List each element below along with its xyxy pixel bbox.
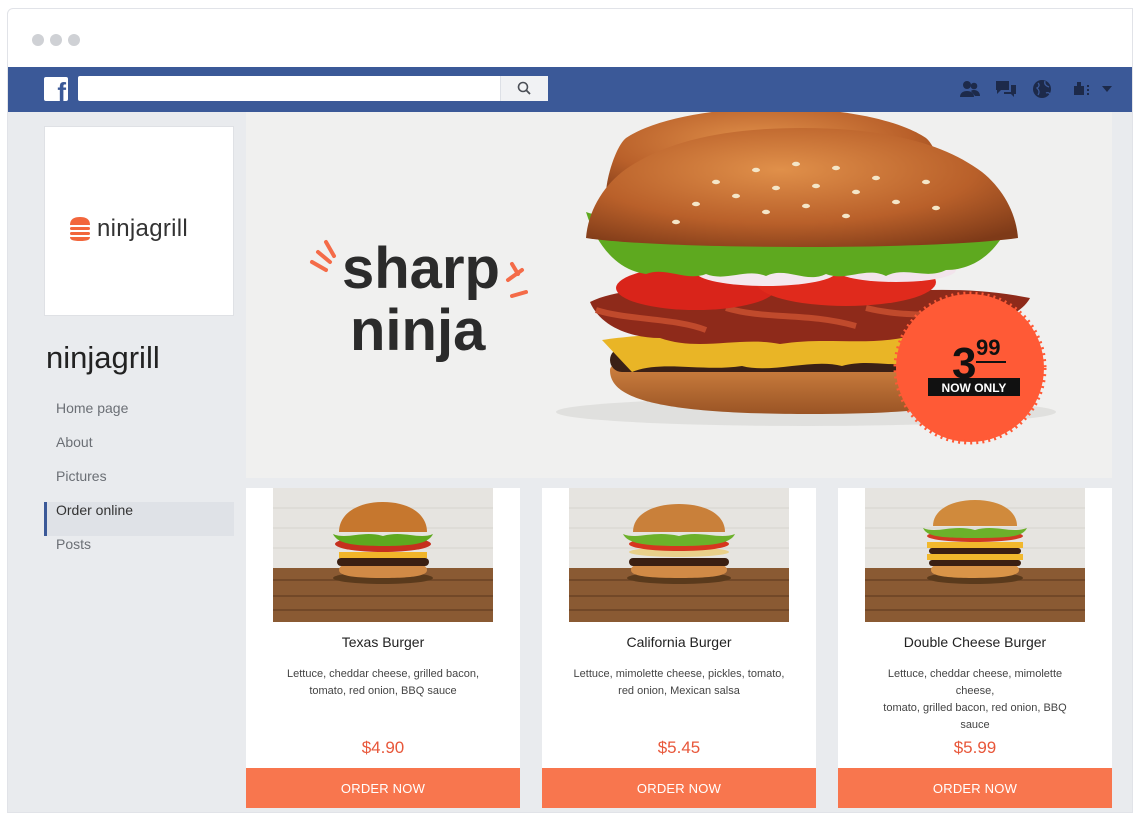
product-description-line: tomato, grilled bacon, red onion, BBQ sa… <box>883 702 1067 731</box>
product-description: Lettuce, cheddar cheese, mimolette chees… <box>868 666 1082 734</box>
profile-picture[interactable]: ninjagrill <box>44 126 234 316</box>
account-menu[interactable] <box>1074 81 1112 97</box>
search-button[interactable] <box>500 76 548 101</box>
chevron-down-icon <box>1102 86 1112 92</box>
order-now-button[interactable]: ORDER NOW <box>246 768 520 808</box>
nav-item-home-page[interactable]: Home page <box>44 400 234 434</box>
window-dot[interactable] <box>68 34 80 46</box>
product-image[interactable] <box>569 488 789 622</box>
burger-photo <box>569 488 789 622</box>
facebook-logo-icon[interactable]: f <box>44 77 68 101</box>
nav-item-pictures[interactable]: Pictures <box>44 468 234 502</box>
product-card: Texas Burger Lettuce, cheddar cheese, gr… <box>246 488 520 808</box>
search-box <box>78 76 548 101</box>
product-image[interactable] <box>273 488 493 622</box>
burger-photo <box>865 488 1085 622</box>
cover-photo[interactable]: sharp ninja 3 99 NOW ONLY <box>246 112 1112 478</box>
search-input[interactable] <box>78 76 498 101</box>
notification-icons <box>958 78 1054 100</box>
product-price: $4.90 <box>361 738 405 757</box>
product-description-line: tomato, red onion, BBQ sauce <box>309 685 457 697</box>
facebook-logo-letter: f <box>57 77 66 101</box>
friends-icon[interactable] <box>958 78 982 100</box>
product-price: $5.45 <box>657 738 701 757</box>
product-description-line: red onion, Mexican salsa <box>618 685 740 697</box>
globe-icon[interactable] <box>1030 78 1054 100</box>
browser-window: f ninjagrill ninjagrill Home page About … <box>7 8 1133 813</box>
messages-icon[interactable] <box>994 78 1018 100</box>
product-list: Texas Burger Lettuce, cheddar cheese, gr… <box>246 488 1112 812</box>
nav-item-posts[interactable]: Posts <box>44 536 234 570</box>
order-now-button[interactable]: ORDER NOW <box>838 768 1112 808</box>
product-name: Texas Burger <box>341 634 425 650</box>
product-name: California Burger <box>626 634 732 650</box>
product-name: Double Cheese Burger <box>903 634 1047 650</box>
nav-item-order-online[interactable]: Order online <box>44 502 234 536</box>
page-title: ninjagrill <box>46 340 160 375</box>
sidebar: ninjagrill ninjagrill Home page About Pi… <box>8 112 244 812</box>
page-content: ninjagrill ninjagrill Home page About Pi… <box>8 112 1132 812</box>
product-description: Lettuce, mimolette cheese, pickles, toma… <box>572 666 786 700</box>
product-description-line: Lettuce, cheddar cheese, grilled bacon, <box>286 668 480 680</box>
cover-headline-line2: ninja <box>350 298 486 363</box>
burger-photo <box>273 488 493 622</box>
product-image[interactable] <box>865 488 1085 622</box>
page-nav: Home page About Pictures Order online Po… <box>44 400 234 570</box>
logo-text: ninjagrill <box>97 215 189 242</box>
facebook-top-bar: f <box>8 67 1132 112</box>
product-price: $5.99 <box>953 738 997 757</box>
window-controls <box>32 34 80 46</box>
nav-item-about[interactable]: About <box>44 434 234 468</box>
product-description-line: Lettuce, cheddar cheese, mimolette chees… <box>887 668 1063 697</box>
order-now-button[interactable]: ORDER NOW <box>542 768 816 808</box>
burger-logo-icon <box>70 217 90 241</box>
window-dot[interactable] <box>50 34 62 46</box>
brand-logo: ninjagrill <box>69 215 188 243</box>
price-badge-caption: NOW ONLY <box>942 381 1007 395</box>
cover-artwork: sharp ninja 3 99 NOW ONLY <box>310 112 1056 445</box>
product-description-line: Lettuce, mimolette cheese, pickles, toma… <box>573 668 785 680</box>
price-badge-cents: 99 <box>976 335 1000 360</box>
product-description: Lettuce, cheddar cheese, grilled bacon, … <box>276 666 490 700</box>
product-card: California Burger Lettuce, mimolette che… <box>542 488 816 808</box>
account-menu-icon <box>1074 82 1089 95</box>
search-icon <box>517 81 531 95</box>
cover-headline-line1: sharp <box>342 236 500 301</box>
product-card: Double Cheese Burger Lettuce, cheddar ch… <box>838 488 1112 808</box>
window-dot[interactable] <box>32 34 44 46</box>
